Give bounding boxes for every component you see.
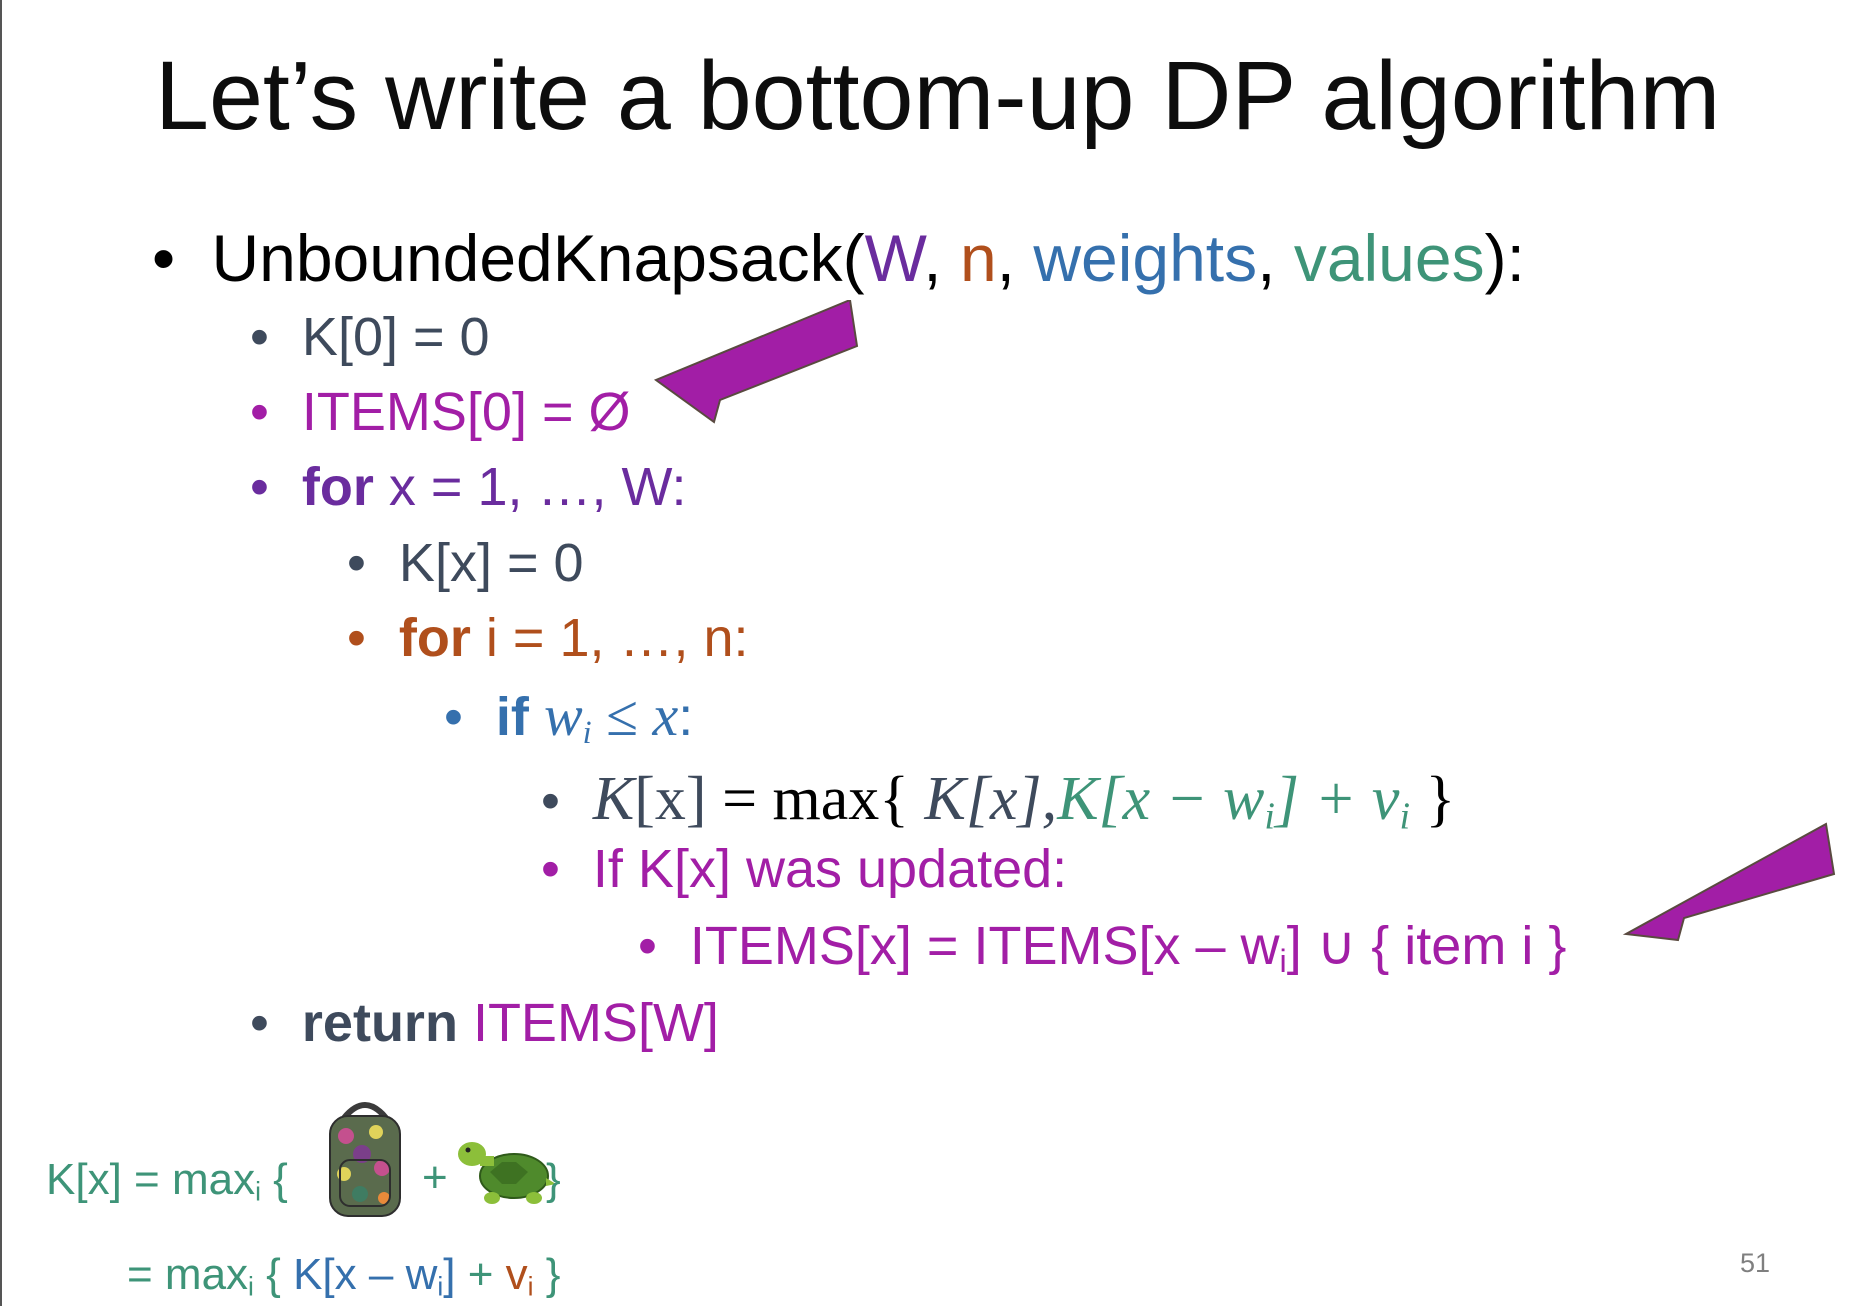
update-lhs-arg: [x] (634, 765, 707, 833)
backpack-icon (329, 1102, 401, 1217)
bullet: • (541, 771, 560, 831)
update-close: } (1410, 765, 1456, 833)
comma: , (923, 221, 942, 295)
if-leq: ≤ (591, 683, 653, 748)
for-keyword: for (301, 457, 374, 517)
if-x: x (652, 683, 679, 748)
turtle-icon (458, 1142, 556, 1204)
line-for-i: • for i = 1, …, n: (347, 607, 749, 669)
recurrence-line-2: = maxi { K[x – wi] + vi } (127, 1250, 560, 1303)
line-return: • return ITEMS[W] (250, 992, 719, 1054)
if-weight: w (543, 683, 583, 748)
bullet: • (250, 307, 269, 367)
bullet: • (152, 221, 176, 295)
bullet: • (250, 457, 269, 517)
bullet: • (444, 687, 463, 747)
update-lhs: K (592, 765, 635, 833)
if-colon: : (678, 687, 694, 747)
items-update-rest: ] ∪ { item i } (1286, 916, 1567, 976)
recurrence-lhs: K[x] = max (46, 1155, 256, 1204)
update-term1: K[x], (924, 765, 1058, 833)
arg-weights: weights (1033, 221, 1258, 295)
bullet: • (250, 382, 269, 442)
for-keyword: for (398, 608, 471, 668)
line-items0: • ITEMS[0] = Ø (250, 381, 631, 443)
recurrence-line-1: K[x] = maxi { (46, 1155, 288, 1208)
slide-title: Let’s write a bottom-up DP algorithm (155, 41, 1721, 150)
callout-arrow-icon (1622, 822, 1836, 942)
line-if-updated: • If K[x] was updated: (541, 838, 1067, 900)
update-term2-sub: i (1264, 795, 1275, 838)
bullet: • (638, 916, 657, 976)
if-keyword: if (495, 687, 529, 747)
bullet: • (541, 839, 560, 899)
recurrence2-close: } (533, 1250, 561, 1299)
recurrence-close: } (546, 1155, 561, 1204)
return-keyword: return (301, 993, 458, 1053)
bullet: • (250, 993, 269, 1053)
kx-init-text: K[x] = 0 (398, 533, 584, 593)
function-name: UnboundedKnapsack( (211, 221, 865, 295)
line-if: • if wi ≤ x: (444, 682, 693, 752)
recurrence2-brace: { (253, 1250, 294, 1299)
arg-W: W (864, 221, 924, 295)
if-weight-sub: i (582, 715, 592, 752)
items-update-text: ITEMS[x] = ITEMS[x – w (689, 916, 1280, 976)
line-update: • K[x] = max{ K[x],K[x − wi] + vi } (541, 764, 1455, 839)
recurrence2-kclose: ] (443, 1250, 456, 1299)
recurrence2-max: = max (127, 1250, 249, 1299)
arg-values: values (1293, 221, 1485, 295)
header-close: ): (1484, 221, 1525, 295)
update-term2-value: ] + v (1274, 765, 1400, 833)
comma: , (1257, 221, 1276, 295)
items0-text: ITEMS[0] = Ø (301, 382, 631, 442)
update-term2: K[x − w (1057, 765, 1265, 833)
slide-edge (0, 0, 2, 1306)
k0-text: K[0] = 0 (301, 307, 490, 367)
for-i-range: i = 1, …, n: (470, 608, 749, 668)
if-updated-text: If K[x] was updated: (592, 839, 1068, 899)
update-max: = max{ (706, 765, 925, 833)
bullet: • (347, 608, 366, 668)
for-x-range: x = 1, …, W: (373, 457, 687, 517)
recurrence2-v: v (505, 1250, 528, 1299)
items-update-sub: i (1279, 943, 1287, 980)
comma: , (996, 221, 1015, 295)
function-header: • UnboundedKnapsack(W, n, weights, value… (152, 220, 1525, 296)
line-for-x: • for x = 1, …, W: (250, 456, 687, 518)
line-k0: • K[0] = 0 (250, 306, 490, 368)
recurrence2-k: K[x – w (293, 1250, 438, 1299)
recurrence2-plus: + (455, 1250, 506, 1299)
line-items-update: • ITEMS[x] = ITEMS[x – wi] ∪ { item i } (638, 914, 1566, 980)
page-number: 51 (1740, 1248, 1771, 1278)
update-term2-sub2: i (1399, 795, 1410, 838)
recurrence-plus: + (422, 1153, 448, 1202)
callout-arrow-icon (653, 300, 859, 424)
line-kx-init: • K[x] = 0 (347, 532, 584, 594)
recurrence-brace: { (260, 1155, 288, 1204)
arg-n: n (959, 221, 997, 295)
return-value: ITEMS[W] (457, 993, 719, 1053)
bullet: • (347, 533, 366, 593)
